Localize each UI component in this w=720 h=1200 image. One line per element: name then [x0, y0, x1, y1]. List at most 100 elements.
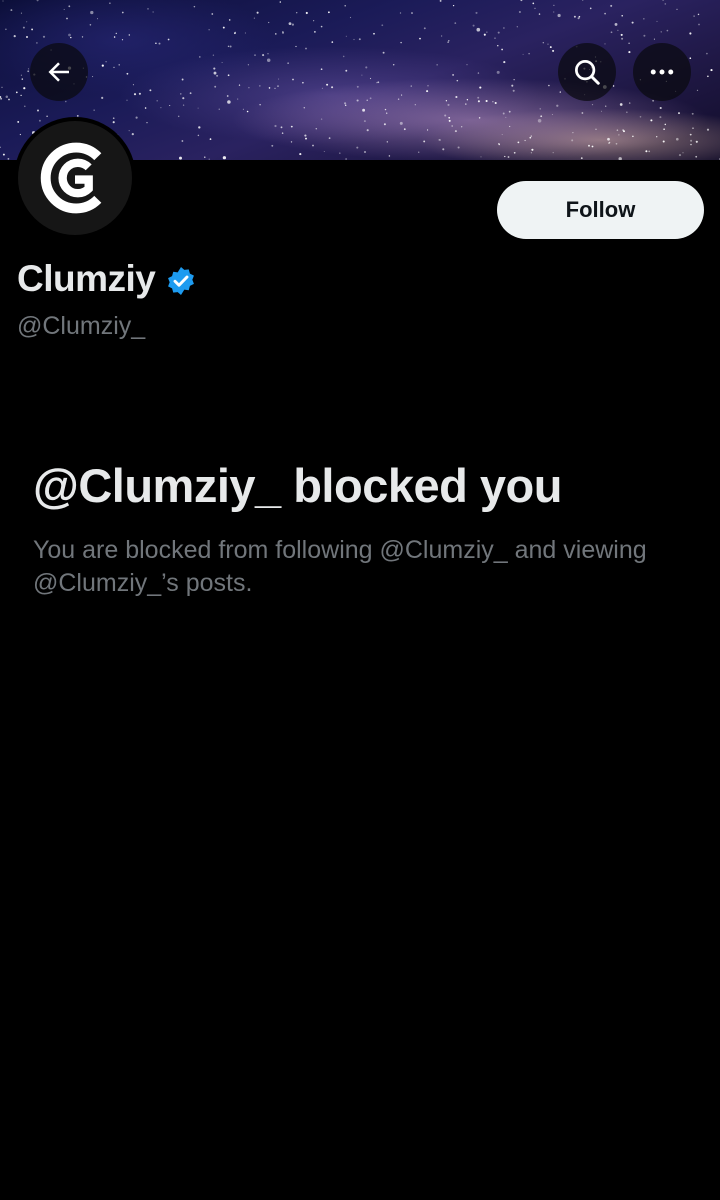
star	[363, 120, 366, 123]
star	[227, 74, 230, 77]
star	[113, 36, 116, 38]
star	[356, 85, 359, 88]
star	[427, 84, 429, 87]
star	[466, 99, 469, 101]
star	[268, 87, 271, 89]
star	[278, 78, 280, 80]
star	[656, 136, 658, 138]
star	[121, 39, 124, 41]
star	[605, 105, 607, 107]
star	[573, 15, 576, 18]
star	[358, 38, 361, 41]
star	[553, 11, 555, 13]
star	[477, 100, 480, 103]
star	[600, 110, 603, 112]
star	[128, 130, 130, 132]
star	[650, 119, 653, 122]
star	[610, 31, 613, 34]
star	[388, 155, 391, 157]
star	[320, 118, 323, 120]
star	[279, 1, 282, 3]
star	[281, 132, 284, 134]
star	[344, 102, 347, 105]
back-button[interactable]	[30, 43, 88, 101]
star	[619, 103, 623, 106]
star	[356, 146, 359, 149]
star	[128, 34, 131, 36]
star	[8, 98, 10, 101]
star	[181, 78, 184, 81]
star	[290, 141, 293, 143]
star	[113, 66, 115, 69]
star	[692, 127, 694, 130]
star	[581, 0, 584, 1]
star	[384, 108, 387, 111]
star	[476, 27, 481, 32]
search-icon	[575, 60, 600, 85]
star	[177, 115, 180, 118]
star	[24, 105, 26, 108]
star	[5, 28, 7, 31]
star	[167, 38, 170, 41]
star	[274, 87, 276, 90]
star	[423, 27, 426, 30]
star	[501, 133, 503, 136]
star	[607, 137, 610, 141]
search-button[interactable]	[558, 43, 616, 101]
star	[520, 0, 523, 2]
star	[323, 150, 325, 153]
star	[63, 8, 65, 10]
star	[377, 81, 380, 84]
star	[537, 119, 542, 123]
star	[26, 36, 28, 38]
star	[211, 13, 214, 15]
star	[513, 79, 515, 81]
star	[292, 78, 294, 81]
star	[528, 52, 530, 55]
star	[193, 5, 196, 8]
star	[695, 155, 698, 158]
star	[497, 45, 499, 47]
star	[376, 82, 378, 84]
star	[689, 32, 692, 35]
star	[656, 20, 658, 22]
star	[621, 14, 623, 17]
star	[612, 85, 615, 87]
star	[288, 22, 292, 26]
star	[305, 11, 308, 15]
star	[423, 140, 426, 143]
star	[452, 73, 455, 76]
star	[22, 26, 25, 29]
star	[96, 18, 99, 20]
arrow-left-icon	[48, 62, 69, 82]
avatar[interactable]	[14, 117, 136, 239]
star	[448, 119, 451, 122]
star	[331, 86, 334, 89]
star	[538, 13, 541, 15]
star	[105, 61, 107, 63]
star	[513, 151, 516, 154]
follow-button[interactable]: Follow	[497, 181, 704, 239]
star	[280, 126, 283, 129]
star	[542, 42, 544, 44]
star	[38, 119, 41, 122]
star	[70, 36, 72, 39]
star	[331, 41, 334, 43]
star	[448, 116, 451, 119]
star	[19, 133, 22, 136]
star	[522, 53, 524, 55]
star	[149, 89, 152, 92]
star	[68, 5, 71, 8]
star	[133, 93, 137, 96]
star	[676, 8, 678, 10]
star	[653, 38, 655, 40]
star	[492, 101, 494, 103]
star	[659, 116, 662, 119]
star	[381, 24, 384, 27]
star	[678, 154, 682, 157]
star	[266, 58, 271, 62]
more-options-button[interactable]	[633, 43, 691, 101]
star	[532, 2, 535, 5]
verified-badge-icon[interactable]	[165, 265, 197, 297]
star	[664, 3, 667, 5]
